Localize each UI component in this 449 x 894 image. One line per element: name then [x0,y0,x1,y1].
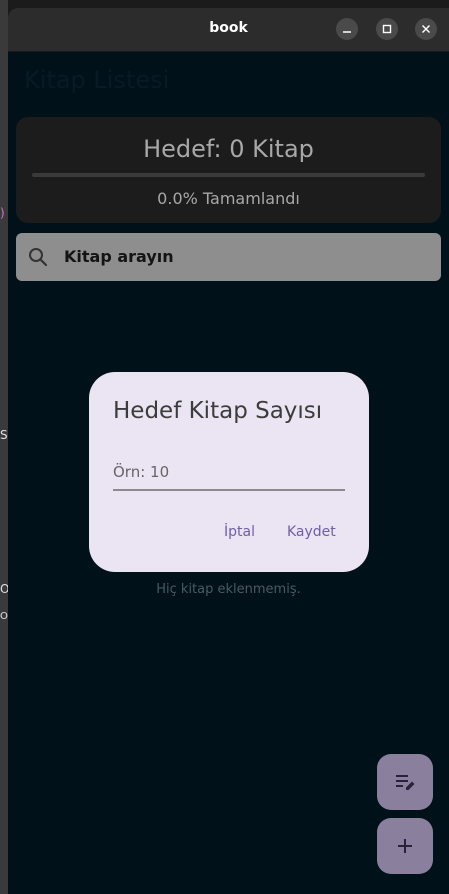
goal-progress-bar [32,173,425,177]
save-button[interactable]: Kaydet [287,524,336,540]
search-bar[interactable]: Kitap arayın [16,233,441,281]
goal-dialog: Hedef Kitap Sayısı İptal Kaydet [89,372,369,572]
app-title: Kitap Listesi [24,66,170,94]
close-icon [422,25,430,33]
background-window-edge: ) S O OM [0,0,8,894]
close-button[interactable] [415,18,437,40]
empty-state-text: Hiç kitap eklenmemiş. [156,582,301,597]
add-book-fab[interactable] [377,818,433,874]
plus-icon [398,839,412,853]
goal-count-input[interactable] [113,455,345,491]
cancel-button[interactable]: İptal [224,524,255,540]
search-icon [29,248,48,267]
background-fragment: S [0,428,8,442]
background-fragment: ) [0,206,5,220]
search-input[interactable]: Kitap arayın [64,247,174,266]
maximize-icon [382,24,392,34]
maximize-button[interactable] [376,18,398,40]
edit-goal-fab[interactable] [377,754,433,810]
goal-title: Hedef: 0 Kitap [143,135,314,163]
goal-card[interactable]: Hedef: 0 Kitap 0.0% Tamamlandı [16,117,441,223]
edit-note-icon [396,775,415,790]
app-window: book Kitap Listesi Hedef: 0 Kitap 0.0% T… [8,8,449,894]
minimize-button[interactable] [336,18,358,40]
titlebar[interactable]: book [8,8,449,52]
background-fragment: O [0,582,8,596]
goal-percent-text: 0.0% Tamamlandı [157,189,300,208]
dialog-title: Hedef Kitap Sayısı [113,398,323,424]
minimize-icon [343,31,351,33]
background-fragment: OM [0,611,8,622]
